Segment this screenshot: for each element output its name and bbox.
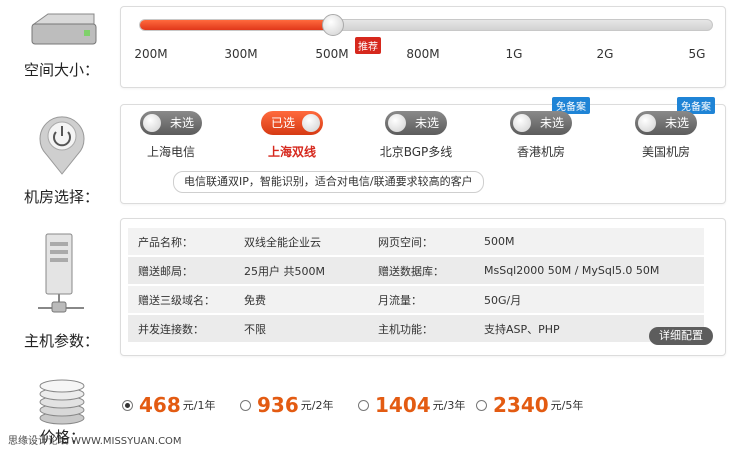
room-hint: 电信联通双IP，智能识别，适合对电信/联通要求较高的客户 <box>173 171 484 193</box>
toggle-text: 已选 <box>271 116 296 130</box>
params-panel: 产品名称： 双线全能企业云 网页空间： 500M 赠送邮局： 25用户 共500… <box>120 218 726 356</box>
params-label: 主机参数： <box>24 332 100 350</box>
tick-label[interactable]: 200M <box>134 47 167 61</box>
toggle-text: 未选 <box>414 116 439 130</box>
room-name: 北京BGP多线 <box>379 145 453 159</box>
recommend-badge: 推荐 <box>355 37 381 54</box>
param-value: 免费 <box>234 286 368 313</box>
price-amount: 2340 <box>493 393 549 417</box>
toggle-text: 未选 <box>664 116 689 130</box>
tick-label[interactable]: 500M <box>315 47 348 61</box>
price-option[interactable]: 2340 元/5年 <box>476 393 583 417</box>
price-amount: 936 <box>257 393 299 417</box>
room-toggle[interactable]: 未选 <box>140 111 202 135</box>
room-name: 上海电信 <box>146 145 195 159</box>
radio-button[interactable] <box>476 399 487 411</box>
detail-config-button[interactable]: 详细配置 <box>649 327 713 345</box>
param-key: 赠送邮局： <box>128 257 234 284</box>
param-key: 月流量： <box>368 286 474 313</box>
param-value: 500M <box>474 228 704 255</box>
param-key: 赠送三级域名： <box>128 286 234 313</box>
param-value: 双线全能企业云 <box>234 228 368 255</box>
param-value: MsSql2000 50M / MySql5.0 50M <box>474 257 704 284</box>
room-toggle[interactable]: 已选 <box>261 111 323 135</box>
tick-label[interactable]: 1G <box>506 47 523 61</box>
price-unit: 元/1年 <box>182 399 216 412</box>
toggle-text: 未选 <box>539 116 564 130</box>
toggle-knob <box>143 114 161 132</box>
tick-label[interactable]: 300M <box>224 47 257 61</box>
param-key: 网页空间： <box>368 228 474 255</box>
slider-fill <box>140 20 332 30</box>
toggle-knob <box>302 114 320 132</box>
radio-button[interactable] <box>122 399 133 411</box>
room-option[interactable]: 未选 北京BGP多线 <box>361 111 471 160</box>
room-option[interactable]: 免备案 未选 美国机房 <box>611 97 721 160</box>
radio-button[interactable] <box>358 399 369 411</box>
table-row: 赠送三级域名： 免费 月流量： 50G/月 <box>128 286 704 313</box>
table-row: 赠送邮局： 25用户 共500M 赠送数据库： MsSql2000 50M / … <box>128 257 704 284</box>
params-table: 产品名称： 双线全能企业云 网页空间： 500M 赠送邮局： 25用户 共500… <box>128 226 704 344</box>
room-name: 香港机房 <box>516 145 565 159</box>
space-panel: 推荐 200M 300M 500M 800M 1G 2G 5G <box>120 6 726 88</box>
param-value: 不限 <box>234 315 368 342</box>
room-name: 上海双线 <box>267 145 316 159</box>
price-unit: 元/5年 <box>550 399 584 412</box>
room-name: 美国机房 <box>641 145 690 159</box>
room-option[interactable]: 未选 上海电信 <box>116 111 226 160</box>
param-value: 50G/月 <box>474 286 704 313</box>
price-option[interactable]: 468 元/1年 <box>122 393 215 417</box>
room-toggle[interactable]: 未选 <box>385 111 447 135</box>
toggle-knob <box>638 114 656 132</box>
room-option[interactable]: 已选 上海双线 <box>237 111 347 160</box>
price-option[interactable]: 1404 元/3年 <box>358 393 465 417</box>
tick-label[interactable]: 2G <box>597 47 614 61</box>
slider-handle[interactable] <box>322 14 344 36</box>
price-option[interactable]: 936 元/2年 <box>240 393 333 417</box>
price-amount: 468 <box>139 393 181 417</box>
server-icon <box>34 232 90 328</box>
radio-button[interactable] <box>240 399 251 411</box>
room-toggle[interactable]: 未选 <box>635 111 697 135</box>
param-key: 并发连接数： <box>128 315 234 342</box>
param-key: 赠送数据库： <box>368 257 474 284</box>
toggle-knob <box>513 114 531 132</box>
param-value: 25用户 共500M <box>234 257 368 284</box>
price-unit: 元/2年 <box>300 399 334 412</box>
param-key: 主机功能： <box>368 315 474 342</box>
space-slider[interactable] <box>139 14 713 36</box>
space-label: 空间大小： <box>24 61 100 79</box>
table-row: 并发连接数： 不限 主机功能： 支持ASP、PHP <box>128 315 704 342</box>
room-option[interactable]: 免备案 未选 香港机房 <box>486 97 596 160</box>
watermark: 思缘设计论坛 WWW.MISSYUAN.COM <box>8 436 182 447</box>
room-panel: 未选 上海电信 已选 上海双线 未选 北京BGP多线 免备案 未选 香港机房 免… <box>120 97 726 204</box>
power-pin-icon <box>34 110 90 180</box>
room-label: 机房选择： <box>24 188 100 206</box>
tick-label[interactable]: 800M <box>406 47 439 61</box>
hard-drive-icon <box>28 10 100 54</box>
toggle-text: 未选 <box>169 116 194 130</box>
toggle-knob <box>388 114 406 132</box>
price-unit: 元/3年 <box>432 399 466 412</box>
room-toggle[interactable]: 未选 <box>510 111 572 135</box>
price-amount: 1404 <box>375 393 431 417</box>
param-key: 产品名称： <box>128 228 234 255</box>
coins-stack-icon <box>34 374 90 430</box>
table-row: 产品名称： 双线全能企业云 网页空间： 500M <box>128 228 704 255</box>
tick-label[interactable]: 5G <box>689 47 706 61</box>
